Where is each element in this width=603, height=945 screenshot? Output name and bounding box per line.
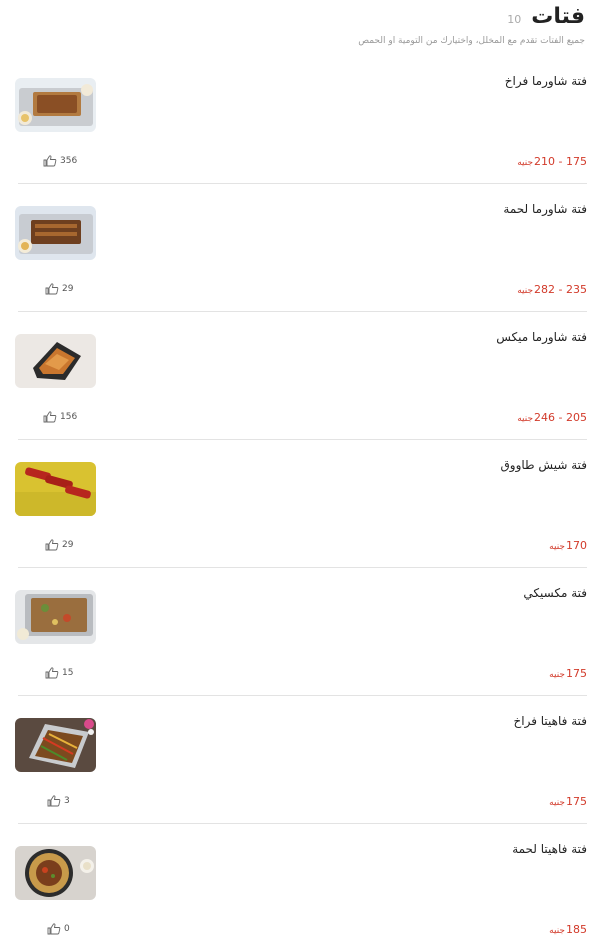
menu-item[interactable]: فتة شاورما ميكس 205 - 246جنيه 156 — [15, 312, 587, 440]
thumbs-up-icon — [43, 411, 57, 423]
item-name: فتة شاورما لحمة — [503, 202, 587, 216]
likes-count: 0 — [64, 924, 70, 934]
likes-counter[interactable]: 3 — [47, 795, 70, 807]
thumbs-up-icon — [47, 923, 61, 935]
likes-counter[interactable]: 0 — [47, 923, 70, 935]
item-image[interactable] — [15, 462, 96, 516]
item-name: فتة فاهيتا فراخ — [513, 714, 587, 728]
currency-label: جنيه — [517, 158, 534, 168]
price-value: 235 - 282 — [534, 283, 587, 296]
item-price: 175جنيه — [549, 667, 587, 680]
thumbs-up-icon — [45, 283, 59, 295]
menu-item[interactable]: فتة شيش طاووق 170جنيه 29 — [15, 440, 587, 568]
currency-label: جنيه — [549, 542, 565, 552]
item-image[interactable] — [15, 718, 96, 772]
item-name: فتة شاورما ميكس — [496, 330, 587, 344]
item-image[interactable] — [15, 334, 96, 388]
likes-count: 156 — [60, 412, 78, 422]
likes-counter[interactable]: 156 — [43, 411, 77, 423]
item-price: 175 - 210جنيه — [517, 155, 587, 168]
item-image[interactable] — [15, 78, 96, 132]
likes-counter[interactable]: 356 — [43, 155, 77, 167]
thumbs-up-icon — [45, 667, 59, 679]
item-name: فتة فاهيتا لحمة — [512, 842, 587, 856]
item-image[interactable] — [15, 206, 96, 260]
price-value: 170 — [566, 539, 587, 552]
item-image[interactable] — [15, 590, 96, 644]
likes-counter[interactable]: 29 — [45, 283, 73, 295]
item-price: 170جنيه — [549, 539, 587, 552]
item-price: 235 - 282جنيه — [517, 283, 587, 296]
menu-item[interactable]: فتة شاورما فراخ 175 - 210جنيه 356 — [15, 56, 587, 184]
item-name: فتة مكسيكي — [523, 586, 587, 600]
likes-count: 3 — [64, 796, 70, 806]
menu-item[interactable]: فتة شاورما لحمة 235 - 282جنيه 29 — [15, 184, 587, 312]
section-subtitle: جميع الفتات تقدم مع المخلل، واختيارك من … — [358, 36, 585, 46]
price-value: 175 - 210 — [534, 155, 587, 168]
menu-item[interactable]: فتة مكسيكي 175جنيه 15 — [15, 568, 587, 696]
price-value: 205 - 246 — [534, 411, 587, 424]
currency-label: جنيه — [549, 798, 565, 808]
menu-item[interactable]: فتة فاهيتا فراخ 175جنيه 3 — [15, 696, 587, 824]
item-name: فتة شيش طاووق — [500, 458, 587, 472]
price-value: 175 — [566, 667, 587, 680]
item-price: 175جنيه — [549, 795, 587, 808]
section-header: فتات 10 جميع الفتات تقدم مع المخلل، واخت… — [0, 0, 603, 60]
thumbs-up-icon — [43, 155, 57, 167]
price-value: 175 — [566, 795, 587, 808]
currency-label: جنيه — [549, 926, 565, 936]
thumbs-up-icon — [45, 539, 59, 551]
currency-label: جنيه — [517, 414, 534, 424]
item-price: 185جنيه — [549, 923, 587, 936]
section-title: فتات — [531, 4, 585, 29]
item-name: فتة شاورما فراخ — [504, 74, 587, 88]
item-price: 205 - 246جنيه — [517, 411, 587, 424]
price-value: 185 — [566, 923, 587, 936]
likes-counter[interactable]: 29 — [45, 539, 73, 551]
currency-label: جنيه — [517, 286, 534, 296]
thumbs-up-icon — [47, 795, 61, 807]
menu-item[interactable]: فتة فاهيتا لحمة 185جنيه 0 — [15, 824, 587, 945]
likes-count: 29 — [62, 284, 74, 294]
item-image[interactable] — [15, 846, 96, 900]
currency-label: جنيه — [549, 670, 565, 680]
title-row: فتات 10 — [507, 4, 585, 29]
section-count: 10 — [507, 13, 522, 26]
likes-count: 29 — [62, 540, 74, 550]
likes-counter[interactable]: 15 — [45, 667, 73, 679]
likes-count: 356 — [60, 156, 78, 166]
likes-count: 15 — [62, 668, 74, 678]
